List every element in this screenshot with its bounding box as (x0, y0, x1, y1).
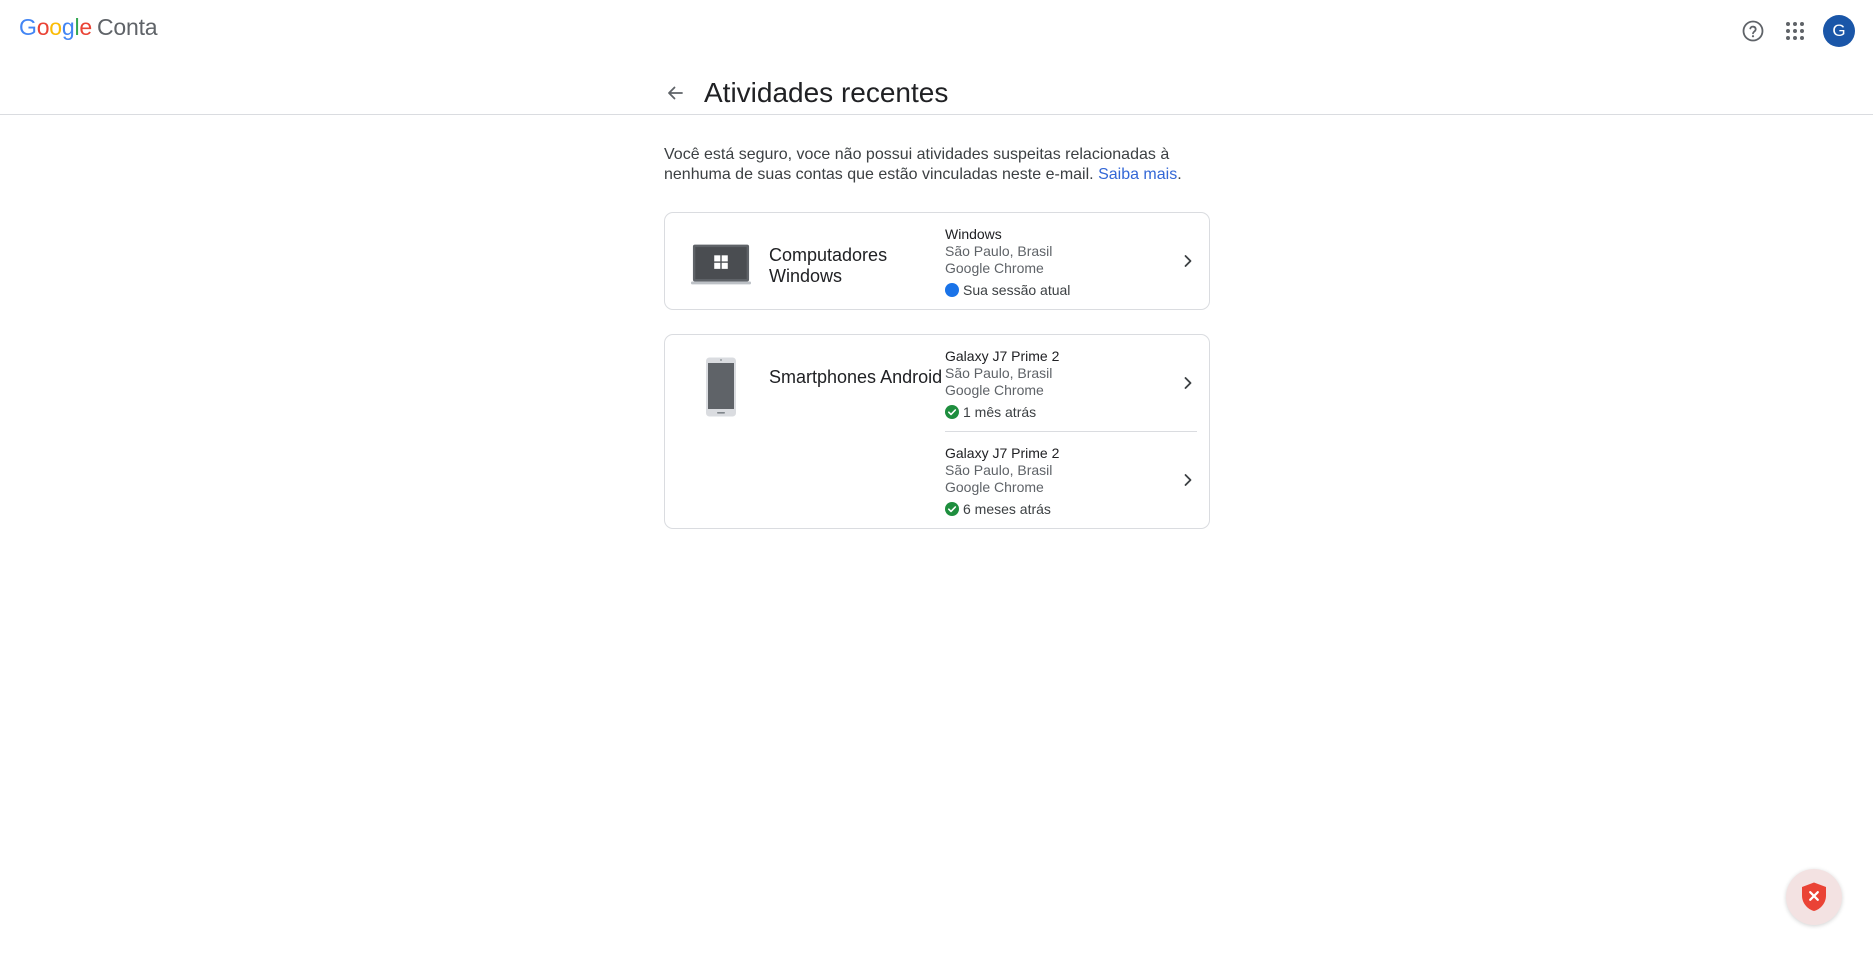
chevron-right-icon (1181, 376, 1195, 390)
session-status: 1 mês atrás (945, 404, 1197, 420)
logo-letter: o (49, 14, 62, 40)
session-location: São Paulo, Brasil (945, 365, 1053, 381)
account-avatar[interactable]: G (1823, 15, 1855, 47)
session-browser: Google Chrome (945, 382, 1044, 398)
security-intro: Você está seguro, voce não possui ativid… (664, 145, 1210, 185)
back-button[interactable] (660, 78, 690, 108)
session-item[interactable]: Windows São Paulo, Brasil Google Chrome … (945, 213, 1197, 309)
check-circle-icon (945, 405, 959, 419)
session-status: 6 meses atrás (945, 501, 1197, 517)
learn-more-link[interactable]: Saiba mais (1098, 166, 1177, 183)
help-circle-icon (1742, 20, 1764, 42)
help-button[interactable] (1737, 15, 1769, 47)
device-group-header: Smartphones Android (665, 335, 945, 528)
session-item[interactable]: Galaxy J7 Prime 2 São Paulo, Brasil Goog… (945, 335, 1197, 431)
logo-letter: g (61, 14, 75, 40)
session-browser: Google Chrome (945, 260, 1044, 276)
chevron-right-icon (1181, 254, 1195, 268)
logo-letter: o (36, 14, 50, 40)
intro-trailing: . (1177, 166, 1182, 183)
device-group-card: Smartphones Android Galaxy J7 Prime 2 Sã… (664, 334, 1210, 529)
arrow-left-icon (668, 86, 683, 100)
logo-letter: G (19, 14, 37, 40)
google-account-logo[interactable]: G o o g l e Conta (19, 14, 158, 41)
sessions-list: Windows São Paulo, Brasil Google Chrome … (945, 213, 1209, 309)
header-actions: G (1727, 15, 1855, 47)
device-group-card: Computadores Windows Windows São Paulo, … (664, 212, 1210, 310)
intro-text: Você está seguro, voce não possui ativid… (664, 146, 1170, 183)
session-browser: Google Chrome (945, 479, 1044, 495)
session-device-name: Galaxy J7 Prime 2 (945, 348, 1060, 364)
device-image (691, 357, 751, 417)
session-location: São Paulo, Brasil (945, 462, 1053, 478)
windows-laptop-icon (691, 244, 751, 285)
check-circle-icon (945, 502, 959, 516)
current-session-dot-icon (945, 283, 959, 297)
top-app-bar: G o o g l e Conta G (0, 0, 1873, 60)
device-type-label: Computadores Windows (769, 245, 888, 286)
product-name: Conta (97, 14, 158, 40)
session-item[interactable]: Galaxy J7 Prime 2 São Paulo, Brasil Goog… (945, 431, 1197, 528)
chevron-right-icon (1181, 473, 1195, 487)
session-device-name: Windows (945, 226, 1002, 242)
session-status-text: Sua sessão atual (963, 282, 1071, 298)
apps-button[interactable] (1779, 15, 1811, 47)
shield-x-icon (1802, 882, 1826, 911)
session-status-text: 6 meses atrás (963, 501, 1051, 517)
sessions-list: Galaxy J7 Prime 2 São Paulo, Brasil Goog… (945, 335, 1209, 528)
main-content: Você está seguro, voce não possui ativid… (664, 145, 1210, 553)
android-phone-icon (706, 357, 736, 417)
device-group-header: Computadores Windows (665, 213, 945, 309)
logo-letter: e (79, 14, 92, 40)
apps-grid-icon (1786, 22, 1804, 40)
session-device-name: Galaxy J7 Prime 2 (945, 445, 1060, 461)
device-type-label: Smartphones Android (769, 367, 943, 387)
session-status: Sua sessão atual (945, 282, 1197, 298)
session-status-text: 1 mês atrás (963, 404, 1037, 420)
security-shield-button[interactable] (1786, 869, 1842, 925)
session-location: São Paulo, Brasil (945, 243, 1053, 259)
page-title: Atividades recentes (704, 77, 949, 108)
device-image (691, 243, 751, 287)
page-header: Atividades recentes (0, 60, 1873, 115)
